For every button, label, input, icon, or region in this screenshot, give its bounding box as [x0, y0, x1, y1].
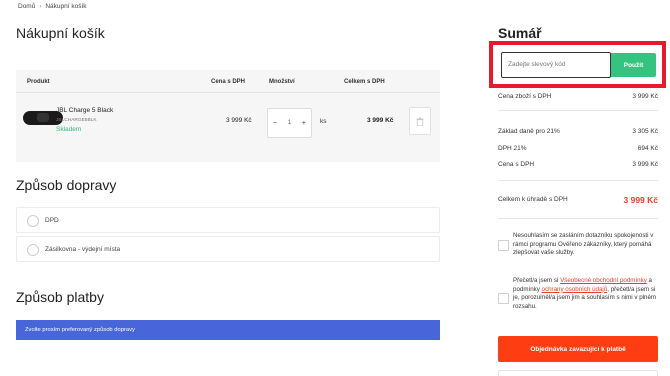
summary-divider	[498, 218, 658, 219]
summary-value: 694 Kč	[637, 145, 658, 152]
newsletter-consent-text: Nesouhlasím se zasláním dotazníku spokoj…	[513, 232, 654, 257]
breadcrumb-current: Nákupní košík	[45, 3, 87, 10]
summary-label: Cena zboží s DPH	[498, 93, 552, 100]
page-title: Nákupní košík	[16, 25, 105, 41]
quantity-increase-button[interactable]: +	[302, 120, 306, 127]
summary-divider	[498, 180, 658, 181]
summary-label: Základ daně pro 21%	[498, 128, 560, 135]
quantity-stepper: − 1 +	[267, 108, 312, 138]
column-header-total: Celkem s DPH	[344, 79, 385, 85]
unit-price: 3 999 Kč	[226, 117, 252, 124]
breadcrumb-home-link[interactable]: Domů	[18, 3, 35, 10]
payment-info-text: Zvolte prosím preferovaný způsob dopravy	[25, 327, 135, 333]
grand-total-label: Celkem k úhradě s DPH	[498, 196, 568, 203]
quantity-unit: ks	[320, 118, 327, 125]
shipping-section-title: Způsob dopravy	[16, 177, 117, 193]
summary-title: Sumář	[498, 25, 542, 41]
terms-consent: Přečetl/a jsem si Všeobecné obchodní pod…	[498, 277, 658, 325]
summary-line-goods: Cena zboží s DPH 3 999 Kč	[498, 93, 658, 100]
shipping-option-label: DPD	[45, 217, 59, 224]
trash-icon	[416, 117, 424, 126]
terms-consent-text: Přečetl/a jsem si Všeobecné obchodní pod…	[513, 277, 657, 311]
column-header-quantity: Množství	[269, 79, 295, 85]
shipping-option-zasilkovna[interactable]: Zásilkovna - výdejní místa	[16, 236, 440, 262]
table-row: JBL Charge 5 Black JBLCHARGE5BLK Skladem…	[16, 92, 440, 162]
cart-table-header: Produkt Cena s DPH Množství Celkem s DPH	[16, 70, 440, 92]
summary-value: 3 999 Kč	[632, 93, 658, 100]
payment-info-bar: Zvolte prosím preferovaný způsob dopravy	[16, 320, 440, 340]
breadcrumb-separator: ›	[39, 3, 42, 10]
column-header-product: Produkt	[27, 79, 50, 85]
product-name[interactable]: JBL Charge 5 Black	[56, 107, 113, 114]
summary-line-tax-base: Základ daně pro 21% 3 305 Kč	[498, 128, 658, 135]
quantity-input[interactable]: 1	[288, 120, 291, 126]
coupon-code-input[interactable]: Zadejte slevový kód	[501, 52, 611, 78]
payment-section-title: Způsob platby	[16, 289, 104, 305]
row-total: 3 999 Kč	[367, 117, 394, 124]
terms-link[interactable]: Všeobecné obchodní podmínky	[560, 277, 647, 284]
shipping-option-label: Zásilkovna - výdejní místa	[45, 246, 121, 253]
remove-item-button[interactable]	[409, 107, 431, 135]
quantity-decrease-button[interactable]: −	[273, 120, 277, 127]
breadcrumb: Domů › Nákupní košík	[18, 3, 87, 10]
terms-text-prefix: Přečetl/a jsem si	[513, 277, 561, 284]
place-order-button[interactable]: Objednávka zavazující k platbě	[498, 336, 658, 362]
grand-total-value: 3 999 Kč	[623, 195, 659, 205]
summary-label: DPH 21%	[498, 145, 527, 152]
newsletter-consent: Nesouhlasím se zasláním dotazníku spokoj…	[498, 232, 658, 270]
summary-label: Cena s DPH	[498, 161, 535, 168]
summary-bottom-box	[498, 370, 658, 376]
shipping-radio-zasilkovna[interactable]	[27, 244, 39, 256]
shipping-radio-dpd[interactable]	[27, 215, 39, 227]
stock-status: Skladem	[56, 126, 82, 133]
newsletter-consent-checkbox[interactable]	[498, 240, 509, 251]
summary-value: 3 305 Kč	[632, 128, 658, 135]
summary-line-price-vat: Cena s DPH 3 999 Kč	[498, 161, 658, 168]
product-code: JBLCHARGE5BLK	[56, 118, 97, 123]
summary-value: 3 999 Kč	[632, 161, 658, 168]
grand-total: Celkem k úhradě s DPH 3 999 Kč	[498, 195, 659, 205]
terms-consent-checkbox[interactable]	[498, 293, 509, 304]
summary-line-vat: DPH 21% 694 Kč	[498, 145, 658, 152]
privacy-link[interactable]: ochrany osobních údajů	[542, 286, 608, 293]
summary-divider	[498, 110, 658, 111]
coupon-highlight: Zadejte slevový kód Použít	[489, 41, 666, 88]
cart-table: Produkt Cena s DPH Množství Celkem s DPH…	[16, 70, 440, 162]
apply-coupon-button[interactable]: Použít	[611, 53, 656, 77]
shipping-option-dpd[interactable]: DPD	[16, 207, 440, 233]
column-header-price: Cena s DPH	[211, 79, 246, 85]
